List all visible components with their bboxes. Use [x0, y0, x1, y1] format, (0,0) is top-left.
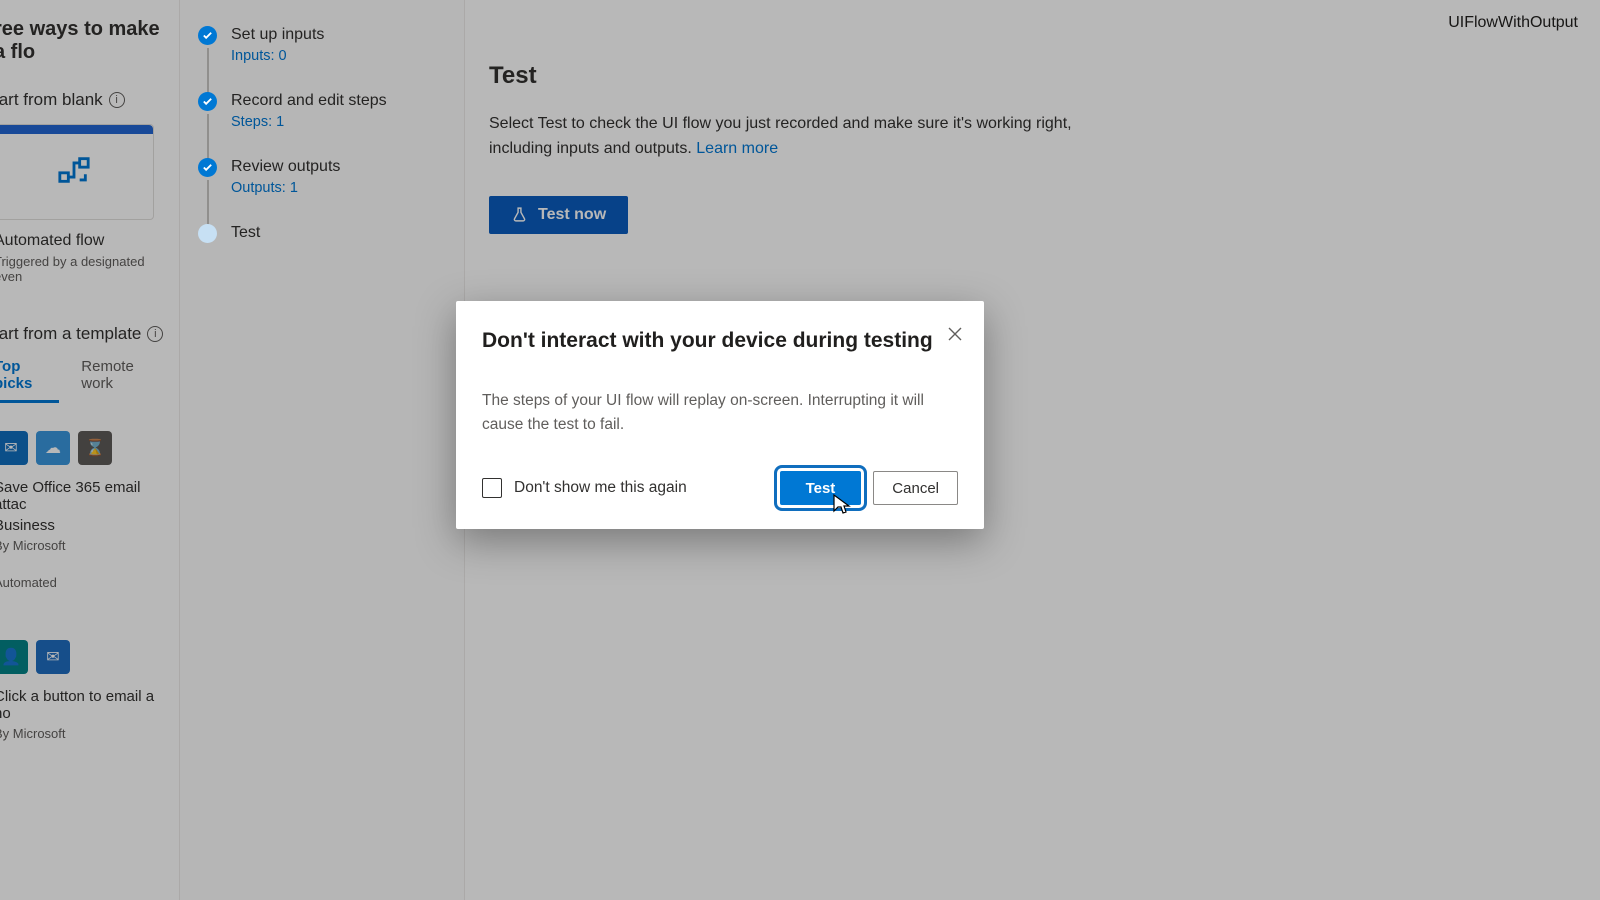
modal-overlay: Don't interact with your device during t… — [0, 0, 1600, 900]
cancel-button[interactable]: Cancel — [873, 471, 958, 505]
checkbox[interactable] — [482, 478, 502, 498]
dialog-title: Don't interact with your device during t… — [482, 329, 958, 353]
close-icon — [948, 327, 962, 341]
step-current-icon — [198, 224, 217, 243]
check-icon — [198, 92, 217, 111]
close-button[interactable] — [944, 323, 966, 345]
check-icon — [198, 26, 217, 45]
test-button[interactable]: Test — [780, 471, 862, 505]
dont-show-again-row[interactable]: Don't show me this again — [482, 478, 687, 498]
dialog-body: The steps of your UI flow will replay on… — [482, 389, 958, 437]
checkbox-label: Don't show me this again — [514, 479, 687, 497]
check-icon — [198, 158, 217, 177]
dialog-footer: Don't show me this again Test Cancel — [482, 471, 958, 505]
testing-warning-dialog: Don't interact with your device during t… — [456, 301, 984, 529]
